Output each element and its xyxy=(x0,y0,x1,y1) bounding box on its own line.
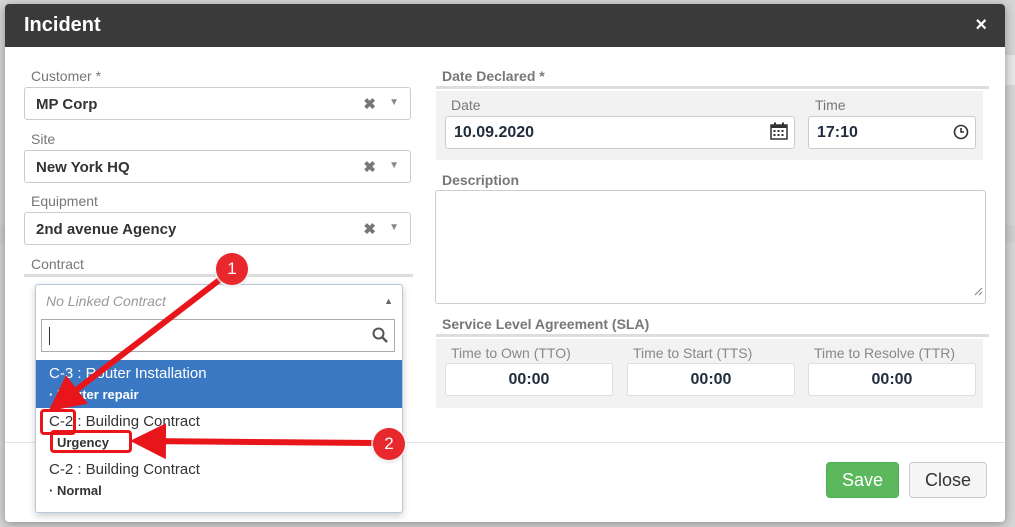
urgency-highlight-box xyxy=(50,430,132,453)
arrow-1 xyxy=(48,275,224,412)
annotation-badge-1: 1 xyxy=(216,253,248,285)
annotation-badge-2: 2 xyxy=(373,428,405,460)
arrow-2 xyxy=(130,423,376,460)
annotation-arrows xyxy=(48,275,376,460)
